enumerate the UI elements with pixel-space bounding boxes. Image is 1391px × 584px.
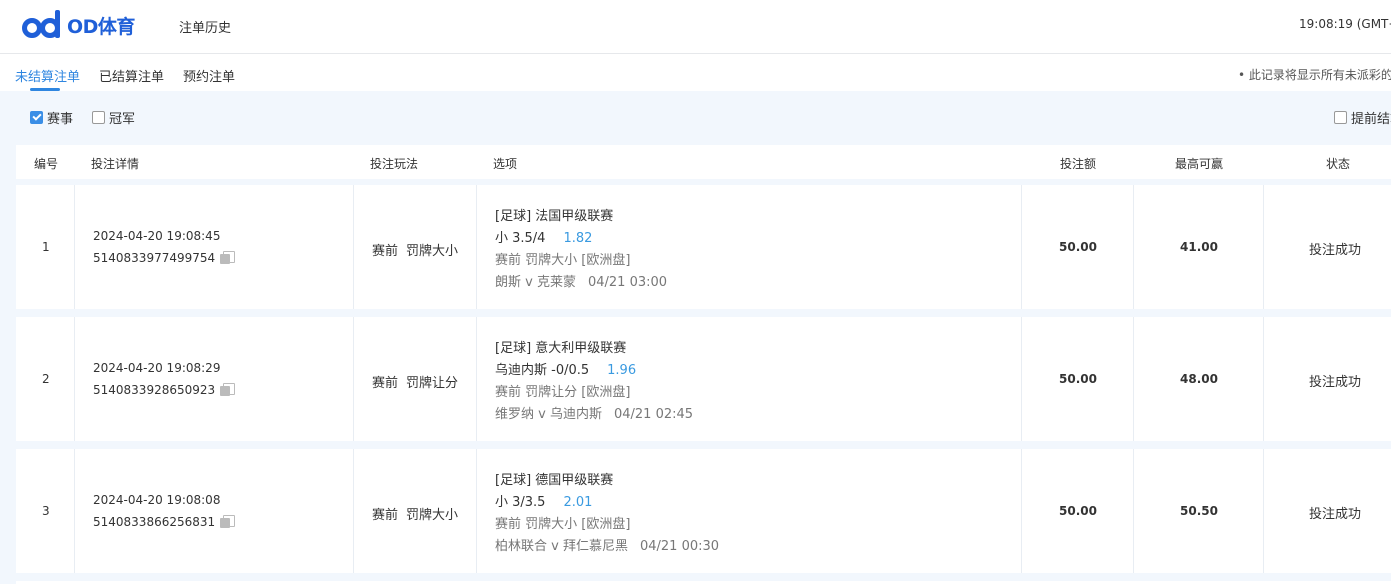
- logo-text: OD体育: [67, 15, 135, 38]
- brand-logo[interactable]: OD体育: [22, 10, 135, 40]
- bet-selection: [足球] 法国甲级联赛 小 3.5/4 1.82 赛前 罚牌大小 [欧洲盘] 朗斯…: [495, 206, 667, 294]
- filter-event-label: 赛事: [47, 112, 74, 127]
- stake-amount: 50.00: [1059, 240, 1097, 254]
- checkbox-empty-icon: [1334, 111, 1347, 124]
- bet-play: 赛前 罚牌大小: [372, 504, 466, 523]
- logo-mark-icon: [22, 10, 66, 40]
- bet-time: 2024-04-20 19:08:29: [93, 361, 221, 375]
- filter-early-settle-checkbox[interactable]: 提前结算: [1334, 108, 1391, 127]
- league-name: [足球] 德国甲级联赛: [495, 473, 614, 488]
- odds: 1.96: [607, 363, 637, 378]
- bet-id: 5140833866256831: [93, 515, 236, 529]
- tab-unsettled[interactable]: 未结算注单: [15, 66, 80, 85]
- col-status: 状态: [1326, 157, 1351, 171]
- filter-bar: 赛事 冠军 提前结算: [0, 91, 1391, 139]
- row-index: 3: [42, 504, 50, 518]
- tab-reserved[interactable]: 预约注单: [183, 66, 235, 85]
- copy-icon[interactable]: [220, 515, 236, 529]
- row-index: 2: [42, 372, 50, 386]
- league-name: [足球] 意大利甲级联赛: [495, 341, 627, 356]
- col-index: 编号: [34, 157, 59, 171]
- table-row: 3 2024-04-20 19:08:08 5140833866256831 赛…: [16, 449, 1391, 573]
- col-max-win: 最高可赢: [1175, 157, 1224, 171]
- bet-play: 赛前 罚牌大小: [372, 240, 466, 259]
- stake-amount: 50.00: [1059, 504, 1097, 518]
- col-play: 投注玩法: [370, 157, 419, 171]
- kickoff-time: 04/21 03:00: [587, 275, 668, 290]
- bet-id-value: 5140833977499754: [93, 251, 216, 265]
- play-type: 罚牌让分: [406, 376, 459, 391]
- bets-table: 编号 投注详情 投注玩法 选项 投注额 最高可赢 状态 1 2024-04-20…: [0, 139, 1391, 584]
- col-detail: 投注详情: [91, 157, 140, 171]
- top-header: OD体育 注单历史 19:08:19 (GMT+8: [0, 0, 1391, 54]
- status-badge: 投注成功: [1308, 243, 1361, 258]
- notice-text: • 此记录将显示所有未派彩的: [1238, 68, 1391, 82]
- play-type: 罚牌大小: [406, 508, 459, 523]
- match-teams: 朗斯 v 克莱蒙: [495, 275, 576, 290]
- bet-meta: 赛前 罚牌让分 [欧洲盘]: [495, 385, 631, 400]
- status-badge: 投注成功: [1308, 375, 1361, 390]
- filter-event-checkbox[interactable]: 赛事: [30, 108, 73, 127]
- copy-icon[interactable]: [220, 383, 236, 397]
- bet-meta: 赛前 罚牌大小 [欧洲盘]: [495, 253, 631, 268]
- odds: 1.82: [563, 231, 593, 246]
- max-win-amount: 41.00: [1180, 240, 1218, 254]
- play-stage: 赛前: [372, 508, 399, 523]
- stake-amount: 50.00: [1059, 372, 1097, 386]
- tab-settled[interactable]: 已结算注单: [99, 66, 164, 85]
- match-teams: 维罗纳 v 乌迪内斯: [495, 407, 602, 422]
- bet-selection: [足球] 德国甲级联赛 小 3/3.5 2.01 赛前 罚牌大小 [欧洲盘] 柏林…: [495, 470, 719, 558]
- bet-meta: 赛前 罚牌大小 [欧洲盘]: [495, 517, 631, 532]
- checkbox-empty-icon: [92, 111, 105, 124]
- server-clock: 19:08:19 (GMT+8: [1299, 17, 1391, 31]
- col-stake: 投注额: [1060, 157, 1097, 171]
- bet-id: 5140833928650923: [93, 383, 236, 397]
- bet-play: 赛前 罚牌让分: [372, 372, 466, 391]
- kickoff-time: 04/21 02:45: [613, 407, 694, 422]
- pick: 小 3/3.5: [495, 495, 546, 510]
- odds: 2.01: [563, 495, 593, 510]
- max-win-amount: 48.00: [1180, 372, 1218, 386]
- play-stage: 赛前: [372, 376, 399, 391]
- pick: 乌迪内斯 -0/0.5: [495, 363, 590, 378]
- filter-champion-checkbox[interactable]: 冠军: [92, 108, 135, 127]
- table-row: 2 2024-04-20 19:08:29 5140833928650923 赛…: [16, 317, 1391, 441]
- checkbox-checked-icon: [30, 111, 43, 124]
- bet-time: 2024-04-20 19:08:45: [93, 229, 221, 243]
- status-badge: 投注成功: [1308, 507, 1361, 522]
- table-row: 1 2024-04-20 19:08:45 5140833977499754 赛…: [16, 185, 1391, 309]
- copy-icon[interactable]: [220, 251, 236, 265]
- nav-bet-history[interactable]: 注单历史: [179, 17, 231, 36]
- bet-tabs: 未结算注单 已结算注单 预约注单 • 此记录将显示所有未派彩的: [0, 55, 1391, 91]
- filter-early-settle-label: 提前结算: [1351, 112, 1391, 127]
- pick: 小 3.5/4: [495, 231, 546, 246]
- bet-time: 2024-04-20 19:08:08: [93, 493, 221, 507]
- bet-id-value: 5140833866256831: [93, 515, 216, 529]
- bet-id-value: 5140833928650923: [93, 383, 216, 397]
- table-header: 编号 投注详情 投注玩法 选项 投注额 最高可赢 状态: [16, 145, 1391, 179]
- play-type: 罚牌大小: [406, 244, 459, 259]
- filter-champion-label: 冠军: [109, 112, 136, 127]
- match-teams: 柏林联合 v 拜仁慕尼黑: [495, 539, 628, 554]
- col-selection: 选项: [493, 157, 518, 171]
- league-name: [足球] 法国甲级联赛: [495, 209, 614, 224]
- bet-selection: [足球] 意大利甲级联赛 乌迪内斯 -0/0.5 1.96 赛前 罚牌让分 [欧洲…: [495, 338, 693, 426]
- max-win-amount: 50.50: [1180, 504, 1218, 518]
- kickoff-time: 04/21 00:30: [639, 539, 720, 554]
- row-index: 1: [42, 240, 50, 254]
- play-stage: 赛前: [372, 244, 399, 259]
- bet-id: 5140833977499754: [93, 251, 236, 265]
